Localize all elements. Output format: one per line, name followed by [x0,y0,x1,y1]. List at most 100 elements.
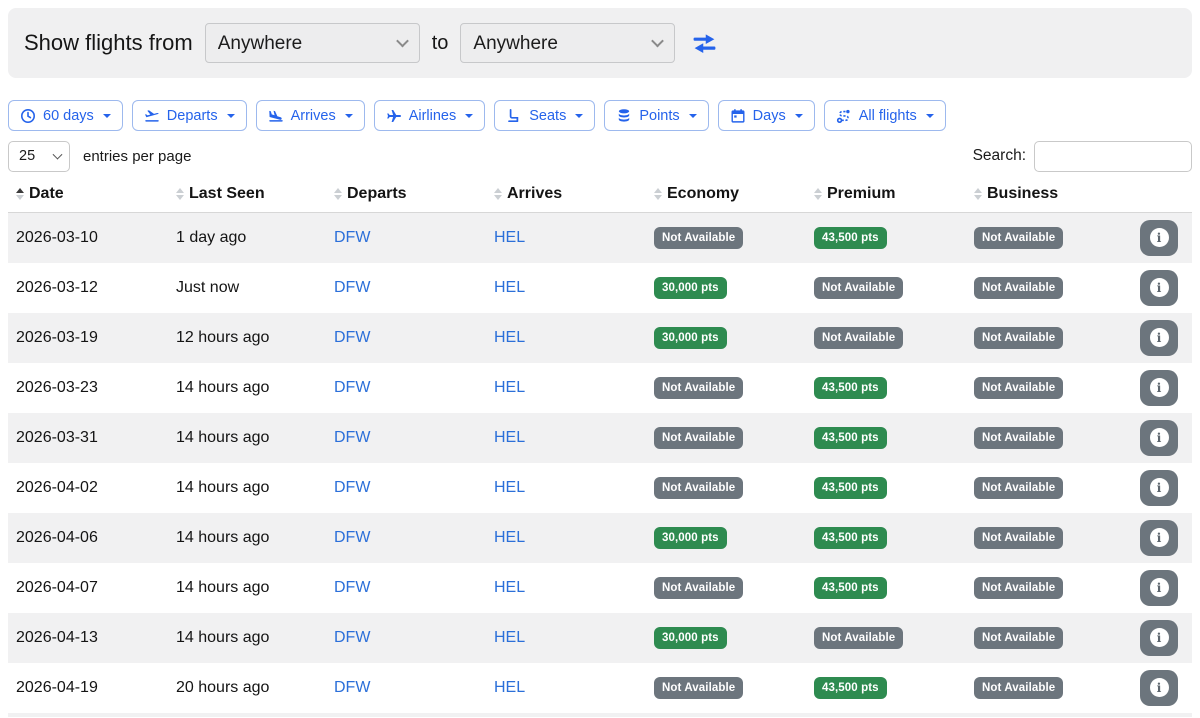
info-icon [1150,528,1169,547]
premium-badge: 43,500 pts [814,577,887,599]
departs-link[interactable]: DFW [334,329,370,346]
arrives-link[interactable]: HEL [494,529,525,546]
destination-select[interactable]: Anywhere [460,23,675,63]
next-row-partial [8,713,1192,717]
date-cell: 2026-04-13 [8,613,168,663]
economy-badge: Not Available [654,477,743,499]
departs-link[interactable]: DFW [334,229,370,246]
table-row: 2026-03-12 Just now DFW HEL 30,000 pts N… [8,263,1192,313]
column-header-departs[interactable]: Departs [326,178,486,213]
info-icon [1150,678,1169,697]
arrives-link[interactable]: HEL [494,429,525,446]
arrives-link[interactable]: HEL [494,329,525,346]
info-button[interactable] [1140,670,1178,706]
last-seen-cell: 20 hours ago [168,663,326,713]
info-button[interactable] [1140,370,1178,406]
date-cell: 2026-04-19 [8,663,168,713]
departs-link[interactable]: DFW [334,629,370,646]
info-icon [1150,478,1169,497]
column-header-business[interactable]: Business [966,178,1116,213]
last-seen-cell: Just now [168,263,326,313]
info-icon [1150,378,1169,397]
date-cell: 2026-04-06 [8,513,168,563]
business-badge: Not Available [974,227,1063,249]
date-cell: 2026-03-31 [8,413,168,463]
filter-points-button[interactable]: Points [604,100,708,131]
filter-seats-button[interactable]: Seats [494,100,595,131]
info-button[interactable] [1140,470,1178,506]
premium-badge: Not Available [814,327,903,349]
info-button[interactable] [1140,570,1178,606]
departs-link[interactable]: DFW [334,379,370,396]
swap-route-button[interactable] [689,30,720,57]
filter-arrives-button[interactable]: Arrives [256,100,365,131]
search-input[interactable] [1034,141,1192,172]
info-button[interactable] [1140,320,1178,356]
seat-icon [506,108,522,124]
business-badge: Not Available [974,677,1063,699]
info-button[interactable] [1140,620,1178,656]
departs-link[interactable]: DFW [334,479,370,496]
departs-link[interactable]: DFW [334,579,370,596]
sort-arrows-icon [176,188,186,200]
filter-all-flights-button[interactable]: All flights [824,100,946,131]
sort-arrows-icon [334,188,344,200]
info-button[interactable] [1140,520,1178,556]
sort-arrows-icon [814,188,824,200]
last-seen-cell: 14 hours ago [168,563,326,613]
arrives-link[interactable]: HEL [494,629,525,646]
economy-badge: 30,000 pts [654,627,727,649]
column-header-date[interactable]: Date [8,178,168,213]
economy-badge: Not Available [654,427,743,449]
table-row: 2026-04-07 14 hours ago DFW HEL Not Avai… [8,563,1192,613]
date-cell: 2026-04-07 [8,563,168,613]
caret-down-icon [227,114,235,118]
departs-link[interactable]: DFW [334,279,370,296]
premium-badge: 43,500 pts [814,677,887,699]
caret-down-icon [103,114,111,118]
info-icon [1150,328,1169,347]
origin-select[interactable]: Anywhere [205,23,420,63]
filter-days-button[interactable]: Days [718,100,815,131]
premium-badge: 43,500 pts [814,477,887,499]
economy-badge: 30,000 pts [654,277,727,299]
departs-link[interactable]: DFW [334,429,370,446]
arrives-link[interactable]: HEL [494,679,525,696]
page-size-select[interactable]: 25 [8,141,70,172]
economy-badge: Not Available [654,377,743,399]
business-badge: Not Available [974,527,1063,549]
table-row: 2026-04-02 14 hours ago DFW HEL Not Avai… [8,463,1192,513]
info-icon [1150,578,1169,597]
column-header-premium[interactable]: Premium [806,178,966,213]
business-badge: Not Available [974,377,1063,399]
arrives-link[interactable]: HEL [494,579,525,596]
departs-link[interactable]: DFW [334,529,370,546]
table-row: 2026-03-31 14 hours ago DFW HEL Not Avai… [8,413,1192,463]
entries-per-page-label: entries per page [83,148,191,165]
filter-date-range-button[interactable]: 60 days [8,100,123,131]
info-icon [1150,228,1169,247]
info-button[interactable] [1140,270,1178,306]
date-cell: 2026-03-19 [8,313,168,363]
arrives-link[interactable]: HEL [494,379,525,396]
caret-down-icon [345,114,353,118]
column-header-last-seen[interactable]: Last Seen [168,178,326,213]
table-header-row: Date Last Seen Departs Arrives Economy P… [8,178,1192,213]
table-row: 2026-04-19 20 hours ago DFW HEL Not Avai… [8,663,1192,713]
filter-departs-button[interactable]: Departs [132,100,247,131]
arrives-link[interactable]: HEL [494,479,525,496]
filter-airlines-button[interactable]: Airlines [374,100,486,131]
premium-badge: 43,500 pts [814,377,887,399]
premium-badge: Not Available [814,627,903,649]
calendar-icon [730,108,746,124]
column-header-arrives[interactable]: Arrives [486,178,646,213]
column-header-economy[interactable]: Economy [646,178,806,213]
info-button[interactable] [1140,220,1178,256]
arrives-link[interactable]: HEL [494,229,525,246]
last-seen-cell: 14 hours ago [168,413,326,463]
search-label: Search: [973,147,1026,165]
arrives-link[interactable]: HEL [494,279,525,296]
info-button[interactable] [1140,420,1178,456]
departs-link[interactable]: DFW [334,679,370,696]
business-badge: Not Available [974,477,1063,499]
